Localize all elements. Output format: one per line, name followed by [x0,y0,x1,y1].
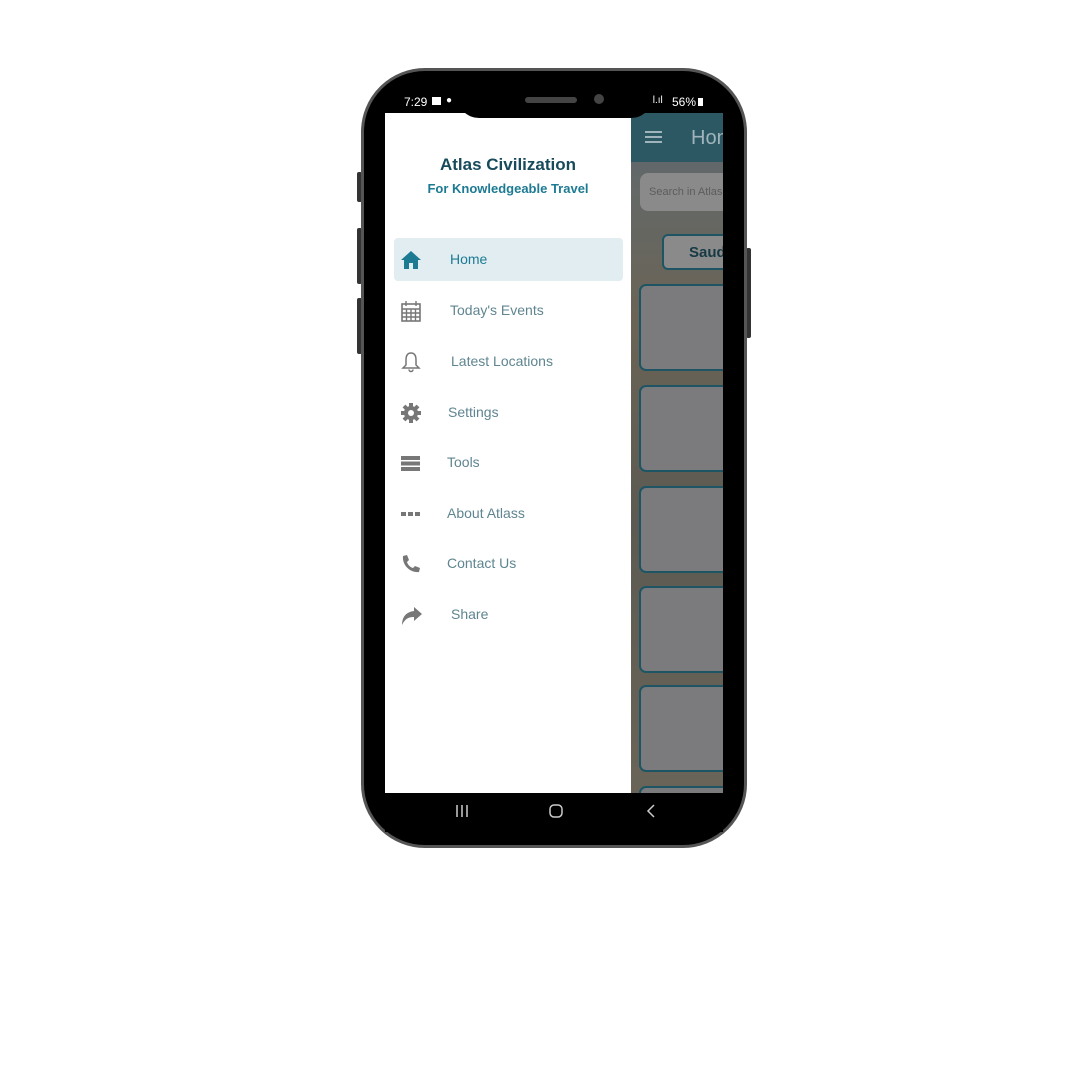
speaker [525,97,577,103]
notch [457,90,653,118]
drawer-item-home[interactable]: Home [394,238,623,281]
drawer-title: Atlas Civilization [439,155,577,174]
phone-icon [402,555,420,573]
status-battery: 56% [672,95,697,109]
location-card[interactable] [639,786,723,793]
drawer-subtitle: For Knowledgeable Travel [427,181,589,196]
app-bar: Home [631,113,723,162]
drawer-item-label: Today's Events [450,302,544,318]
system-nav-bar [385,793,723,832]
bell-icon [401,352,421,373]
drawer-item-latest-locations[interactable]: Latest Locations [394,340,623,383]
front-camera [594,94,604,104]
back-icon[interactable] [643,803,659,819]
drawer-item-label: Contact Us [447,555,517,571]
country-chip[interactable]: Saud [662,234,723,270]
drawer-item-label: Share [451,606,489,622]
drawer-item-settings[interactable]: Settings [394,391,623,434]
drawer-item-share[interactable]: Share [394,593,623,636]
country-chip-label: Saud [689,244,723,261]
drawer-item-tools[interactable]: Tools [394,441,623,484]
drawer-item-todays-events[interactable]: Today's Events [394,289,623,332]
drawer-item-label: Tools [447,454,480,470]
hamburger-menu-icon[interactable] [645,131,662,144]
calendar-icon [401,301,421,322]
drawer-item-about[interactable]: About Atlass [394,492,623,535]
home-icon [401,251,421,269]
location-card[interactable] [639,284,723,371]
recent-apps-icon[interactable] [454,803,470,819]
app-bar-title: Home [691,127,723,149]
navigation-drawer: Atlas Civilization For Knowledgeable Tra… [385,113,631,793]
location-card[interactable] [639,486,723,573]
gear-icon [401,403,421,423]
phone-screen: 7:29 ● ıl.ıl 56% Home Search in Atlas Sa… [385,90,723,832]
server-icon [401,456,420,471]
drawer-item-contact[interactable]: Contact Us [394,542,623,585]
search-input[interactable]: Search in Atlas [640,173,723,211]
snapchat-icon: ● [446,95,453,106]
location-card[interactable] [639,685,723,772]
search-placeholder: Search in Atlas [649,186,723,198]
dots-icon [401,512,420,516]
app-content: Home Search in Atlas Saud Atlas Civiliza… [385,113,723,793]
drawer-item-label: Settings [448,404,499,420]
drawer-item-label: Latest Locations [451,353,553,369]
home-nav-icon[interactable] [548,803,564,819]
share-icon [402,607,422,625]
gallery-icon [432,97,441,105]
location-card[interactable] [639,586,723,673]
drawer-item-label: Home [450,251,488,267]
drawer-item-label: About Atlass [447,505,525,521]
status-time: 7:29 [404,95,428,109]
location-card[interactable] [639,385,723,472]
home-screen-dimmed[interactable]: Home Search in Atlas Saud [631,113,723,793]
battery-icon [698,98,703,106]
